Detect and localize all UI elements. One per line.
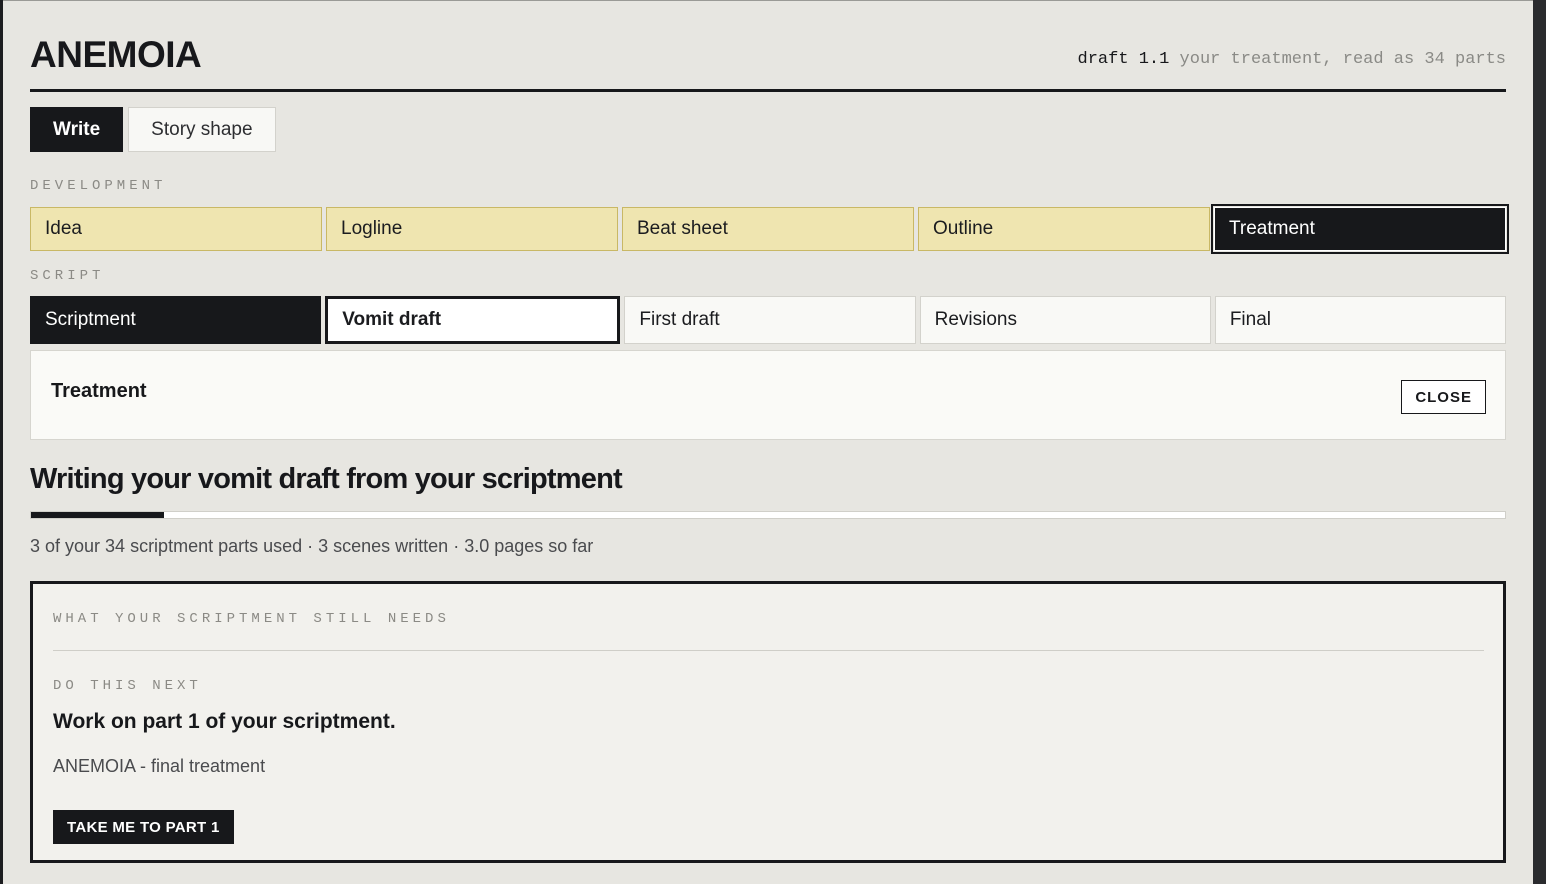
stage-treatment[interactable]: Treatment [1211, 204, 1509, 254]
stage-scriptment[interactable]: Scriptment [30, 296, 322, 344]
development-section-label: DEVELOPMENT [30, 178, 167, 194]
stage-final[interactable]: Final [1214, 296, 1507, 344]
stage-vomit-draft[interactable]: Vomit draft [325, 296, 621, 344]
next-step-subtitle: ANEMOIA - final treatment [53, 756, 266, 776]
script-section-label: SCRIPT [30, 268, 105, 284]
treatment-panel: Treatment CLOSE [30, 350, 1506, 440]
app-title: ANEMOIA [30, 34, 202, 75]
progress-bar-fill [31, 512, 164, 518]
window-top-edge [0, 0, 1546, 1]
window-left-edge [0, 0, 3, 884]
stage-idea[interactable]: Idea [30, 207, 322, 251]
stage-revisions[interactable]: Revisions [919, 296, 1211, 344]
panel-title: Treatment [51, 380, 147, 402]
needs-divider [53, 650, 1484, 651]
progress-stats: 3 of your 34 scriptment parts used · 3 s… [30, 536, 594, 556]
mode-tabs: Write Story shape [30, 107, 276, 152]
stage-outline[interactable]: Outline [918, 207, 1210, 251]
next-step-label: DO THIS NEXT [53, 678, 202, 694]
needs-section-label: WHAT YOUR SCRIPTMENT STILL NEEDS [53, 611, 450, 627]
development-stages: Idea Logline Beat sheet Outline Treatmen… [30, 204, 1509, 254]
draft-version: draft 1.1 [1077, 50, 1170, 69]
needs-box: WHAT YOUR SCRIPTMENT STILL NEEDS DO THIS… [30, 581, 1506, 863]
stage-first-draft[interactable]: First draft [624, 296, 916, 344]
stage-logline[interactable]: Logline [326, 207, 618, 251]
tab-write[interactable]: Write [30, 107, 124, 152]
progress-bar [30, 511, 1506, 519]
draft-meta-text: your treatment, read as 34 parts [1179, 50, 1506, 69]
tab-story-shape[interactable]: Story shape [128, 107, 276, 152]
stage-beat-sheet[interactable]: Beat sheet [622, 207, 914, 251]
window-right-edge [1533, 0, 1546, 884]
progress-heading: Writing your vomit draft from your scrip… [30, 463, 623, 495]
draft-meta: draft 1.1 your treatment, read as 34 par… [1078, 50, 1506, 69]
close-button[interactable]: CLOSE [1401, 380, 1486, 414]
app-header: ANEMOIA draft 1.1 your treatment, read a… [30, 28, 1506, 92]
next-step-title: Work on part 1 of your scriptment. [53, 710, 396, 733]
script-stages: Scriptment Vomit draft First draft Revis… [30, 296, 1507, 344]
take-me-to-part-button[interactable]: TAKE ME TO PART 1 [53, 810, 234, 844]
